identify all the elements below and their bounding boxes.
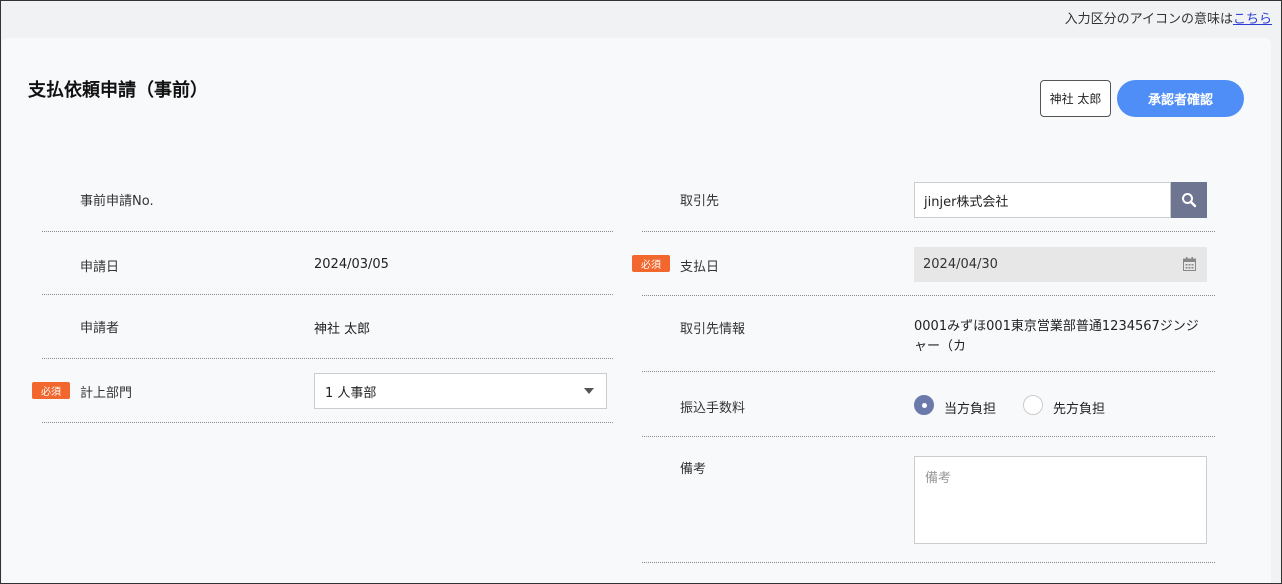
partner-input[interactable]: jinjer株式会社	[914, 182, 1171, 218]
fee-option-our-side-label: 当方負担	[944, 402, 997, 417]
application-date-value: 2024/03/05	[314, 257, 389, 272]
partner-label: 取引先	[680, 194, 720, 209]
department-label: 計上部門	[80, 386, 133, 401]
applicant-row: 申請者 神社 太郎	[42, 295, 613, 359]
user-button[interactable]: 神社 太郎	[1040, 80, 1111, 117]
partner-info-label: 取引先情報	[680, 322, 746, 337]
page-title: 支払依頼申請（事前）	[28, 80, 208, 101]
fee-option-partner-side-label: 先方負担	[1053, 402, 1106, 417]
application-date-label: 申請日	[80, 260, 120, 275]
partner-search-button[interactable]	[1171, 182, 1207, 218]
input-type-note-text: 入力区分のアイコンの意味は	[1064, 12, 1233, 27]
notes-textarea[interactable]: 備考	[914, 456, 1207, 544]
required-badge: 必須	[632, 255, 670, 272]
payment-date-input[interactable]: 2024/04/30	[914, 247, 1207, 282]
calendar-icon[interactable]	[1183, 257, 1196, 271]
required-badge: 必須	[32, 382, 70, 399]
payment-date-row: 必須 支払日 2024/04/30	[632, 232, 1215, 296]
pre-application-no-row: 事前申請No.	[42, 166, 613, 232]
transfer-fee-label: 振込手数料	[680, 401, 746, 416]
department-row: 必須 計上部門 1 人事部	[32, 359, 613, 423]
applicant-value: 神社 太郎	[314, 322, 371, 337]
partner-info-line1: 0001みずほ001東京営業部普通1234567ジンジ	[914, 319, 1199, 334]
partner-info-row: 取引先情報 0001みずほ001東京営業部普通1234567ジンジ ャー（カ	[642, 296, 1215, 372]
notes-label: 備考	[680, 462, 707, 477]
payment-date-label: 支払日	[680, 260, 720, 275]
chevron-down-icon	[584, 388, 594, 394]
approver-confirm-button[interactable]: 承認者確認	[1117, 80, 1244, 117]
search-icon	[1182, 193, 1197, 208]
application-date-row: 申請日 2024/03/05	[42, 232, 613, 295]
partner-info-line2: ャー（カ	[914, 339, 967, 354]
transfer-fee-row: 振込手数料 当方負担 先方負担	[642, 372, 1215, 437]
row-divider	[42, 422, 613, 423]
partner-input-value: jinjer株式会社	[924, 194, 1009, 210]
row-divider	[642, 562, 1215, 563]
department-select-value: 1 人事部	[325, 385, 377, 401]
applicant-label: 申請者	[80, 321, 120, 336]
input-type-note: 入力区分のアイコンの意味はこちら	[1065, 8, 1272, 27]
pre-application-no-label: 事前申請No.	[80, 194, 154, 209]
partner-info-value: 0001みずほ001東京営業部普通1234567ジンジ ャー（カ	[914, 317, 1199, 357]
input-type-help-link[interactable]: こちら	[1233, 12, 1272, 27]
form-card: 支払依頼申請（事前） 神社 太郎 承認者確認 事前申請No. 申請日 2024/…	[2, 38, 1271, 583]
partner-row: 取引先 jinjer株式会社	[642, 166, 1215, 232]
payment-date-value: 2024/04/30	[923, 257, 998, 272]
fee-radio-our-side[interactable]	[914, 395, 934, 415]
notes-row: 備考 備考	[642, 437, 1215, 563]
department-select[interactable]: 1 人事部	[314, 373, 607, 409]
fee-radio-partner-side[interactable]	[1023, 395, 1043, 415]
